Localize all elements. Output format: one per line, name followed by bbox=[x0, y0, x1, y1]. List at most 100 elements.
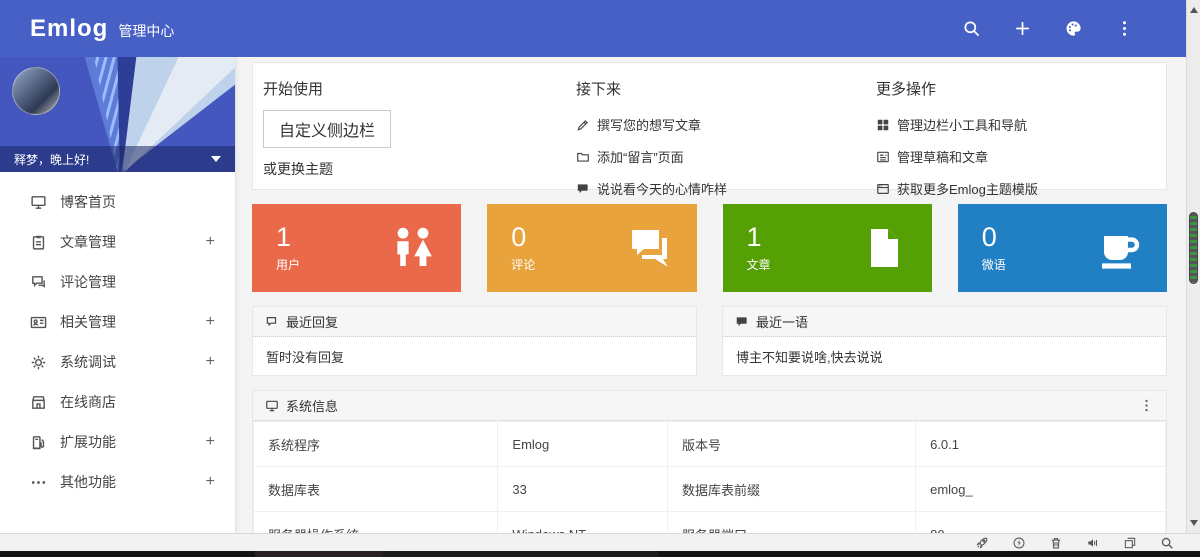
sidebar-profile-header: 释梦，晚上好! bbox=[0, 57, 235, 172]
manage-widgets-link[interactable]: 管理边栏小工具和导航 bbox=[876, 115, 1166, 134]
chevron-down-icon bbox=[211, 156, 221, 162]
users-icon bbox=[389, 224, 437, 272]
sidebar-item-label: 其他功能 bbox=[60, 472, 116, 492]
add-message-page-link[interactable]: 添加“留言”页面 bbox=[576, 147, 876, 166]
next-steps-title: 接下来 bbox=[576, 78, 876, 99]
stat-cards-row: 1 用户 0 评论 1 文章 0 bbox=[252, 204, 1167, 292]
customize-sidebar-button[interactable]: 自定义侧边栏 bbox=[263, 110, 391, 148]
expand-plus[interactable]: + bbox=[206, 434, 215, 450]
document-icon bbox=[860, 224, 908, 272]
emlog-admin-dashboard: Emlog 管理中心 释梦，晚上好! bbox=[0, 0, 1200, 557]
articles-label: 文章 bbox=[747, 256, 771, 273]
sysinfo-label: 数据库表前缀 bbox=[668, 467, 916, 512]
comment-icon bbox=[265, 315, 279, 329]
vertical-scrollbar[interactable] bbox=[1186, 0, 1200, 533]
microblog-label: 微语 bbox=[982, 256, 1006, 273]
comments-label: 评论 bbox=[511, 256, 535, 273]
get-themes-link[interactable]: 获取更多Emlog主题模版 bbox=[876, 179, 1166, 198]
sysinfo-label: 系统程序 bbox=[254, 422, 498, 467]
expand-plus[interactable]: + bbox=[206, 234, 215, 250]
comments-icon bbox=[30, 274, 47, 291]
sidebar-item-label: 在线商店 bbox=[60, 392, 116, 412]
sidebar-item-label: 博客首页 bbox=[60, 192, 116, 212]
articles-count: 1 bbox=[747, 223, 771, 251]
sidebar-item-other-functions[interactable]: 其他功能 + bbox=[0, 462, 235, 502]
sysinfo-value: Emlog bbox=[498, 422, 668, 467]
main-content: 开始使用 自定义侧边栏 或更换主题 接下来 撰写您的想写文章 添加“留言”页面 … bbox=[236, 57, 1186, 533]
idcard-icon bbox=[30, 314, 47, 331]
table-row: 数据库表 33 数据库表前缀 emlog_ bbox=[254, 467, 1166, 512]
rocket-icon[interactable] bbox=[975, 536, 989, 550]
folder-icon bbox=[576, 150, 590, 164]
palette-icon[interactable] bbox=[1064, 19, 1083, 38]
volume-icon[interactable] bbox=[1086, 536, 1100, 550]
sysinfo-value: 33 bbox=[498, 467, 668, 512]
sysinfo-value: emlog_ bbox=[916, 467, 1166, 512]
write-article-link[interactable]: 撰写您的想写文章 bbox=[576, 115, 876, 134]
sidebar-item-comment-management[interactable]: 评论管理 bbox=[0, 262, 235, 302]
trash-icon[interactable] bbox=[1049, 536, 1063, 550]
scrollbar-thumb[interactable] bbox=[1189, 212, 1198, 284]
plus-icon[interactable] bbox=[1013, 19, 1032, 38]
greeting-text: 释梦，晚上好! bbox=[14, 151, 89, 168]
sidebar: 释梦，晚上好! 博客首页 文章管理 + 评论管理 相关管理 bbox=[0, 57, 236, 533]
sysinfo-label: 版本号 bbox=[668, 422, 916, 467]
more-actions-column: 更多操作 管理边栏小工具和导航 管理草稿和文章 获取更多Emlog主题模版 bbox=[876, 78, 1166, 189]
sidebar-item-article-management[interactable]: 文章管理 + bbox=[0, 222, 235, 262]
link-label: 撰写您的想写文章 bbox=[597, 115, 701, 134]
panel-menu-icon[interactable] bbox=[1139, 398, 1154, 413]
sidebar-item-related-management[interactable]: 相关管理 + bbox=[0, 302, 235, 342]
chat-bubbles-icon bbox=[625, 224, 673, 272]
panel-title: 最近回复 bbox=[286, 312, 338, 331]
chat-icon bbox=[576, 182, 590, 196]
sidebar-item-system-debug[interactable]: 系统调试 + bbox=[0, 342, 235, 382]
article-icon bbox=[876, 150, 890, 164]
post-mood-link[interactable]: 说说看今天的心情咋样 bbox=[576, 179, 876, 198]
fuel-pump-icon bbox=[30, 434, 47, 451]
users-label: 用户 bbox=[276, 256, 300, 273]
stat-card-articles[interactable]: 1 文章 bbox=[723, 204, 932, 292]
sysinfo-value: Windows NT bbox=[498, 512, 668, 534]
link-label: 添加“留言”页面 bbox=[597, 147, 684, 166]
browser-icon bbox=[876, 182, 890, 196]
sysinfo-value: 80 bbox=[916, 512, 1166, 534]
link-label: 说说看今天的心情咋样 bbox=[597, 179, 727, 198]
speed-icon[interactable] bbox=[1012, 536, 1026, 550]
stat-card-microblog[interactable]: 0 微语 bbox=[958, 204, 1167, 292]
manage-drafts-link[interactable]: 管理草稿和文章 bbox=[876, 147, 1166, 166]
user-greeting-bar[interactable]: 释梦，晚上好! bbox=[0, 146, 235, 172]
taskbar-strip bbox=[0, 551, 1200, 557]
scroll-down-arrow[interactable] bbox=[1190, 520, 1198, 526]
panel-title: 最近一语 bbox=[756, 312, 808, 331]
stat-card-users[interactable]: 1 用户 bbox=[252, 204, 461, 292]
ellipsis-icon bbox=[30, 474, 47, 491]
recent-words-header: 最近一语 bbox=[723, 307, 1166, 337]
expand-plus[interactable]: + bbox=[206, 354, 215, 370]
table-row: 服务器操作系统 Windows NT 服务器端口 80 bbox=[254, 512, 1166, 534]
user-avatar[interactable] bbox=[12, 67, 60, 115]
window-restore-icon[interactable] bbox=[1123, 536, 1137, 550]
system-info-header: 系统信息 bbox=[253, 391, 1166, 421]
expand-plus[interactable]: + bbox=[206, 314, 215, 330]
taskbar-segment bbox=[255, 551, 383, 557]
zoom-icon[interactable] bbox=[1160, 536, 1174, 550]
search-icon[interactable] bbox=[962, 19, 981, 38]
taskbar-segment bbox=[383, 551, 658, 557]
recent-words-panel: 最近一语 博主不知要说啥,快去说说 bbox=[722, 306, 1167, 376]
users-count: 1 bbox=[276, 223, 300, 251]
sidebar-item-extensions[interactable]: 扩展功能 + bbox=[0, 422, 235, 462]
sidebar-item-blog-home[interactable]: 博客首页 bbox=[0, 182, 235, 222]
getting-started-title: 开始使用 bbox=[263, 78, 576, 99]
comments-count: 0 bbox=[511, 223, 535, 251]
computer-icon bbox=[265, 399, 279, 413]
chat-icon bbox=[735, 315, 749, 329]
welcome-panel: 开始使用 自定义侧边栏 或更换主题 接下来 撰写您的想写文章 添加“留言”页面 … bbox=[252, 62, 1167, 190]
sidebar-item-online-store[interactable]: 在线商店 bbox=[0, 382, 235, 422]
more-menu-icon[interactable] bbox=[1115, 19, 1134, 38]
change-theme-link[interactable]: 或更换主题 bbox=[263, 159, 576, 179]
scroll-up-arrow[interactable] bbox=[1190, 7, 1198, 13]
expand-plus[interactable]: + bbox=[206, 474, 215, 490]
stat-card-comments[interactable]: 0 评论 bbox=[487, 204, 696, 292]
table-row: 系统程序 Emlog 版本号 6.0.1 bbox=[254, 422, 1166, 467]
sysinfo-label: 数据库表 bbox=[254, 467, 498, 512]
